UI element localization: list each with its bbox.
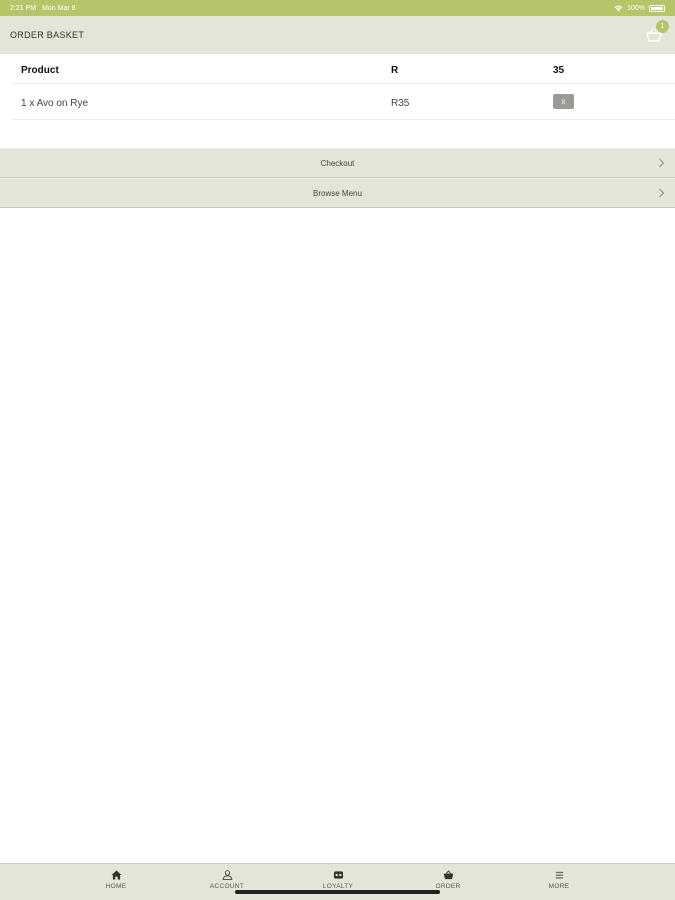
home-indicator[interactable] — [235, 890, 440, 894]
tab-loyalty[interactable]: LOYALTY — [308, 870, 368, 890]
tab-bar: HOME ACCOUNT LOYALTY ORDER MORE — [0, 863, 675, 900]
cart-count-badge: 1 — [656, 20, 669, 33]
tab-home-label: HOME — [105, 883, 127, 890]
loyalty-icon — [333, 871, 343, 879]
person-icon — [222, 870, 232, 880]
status-left: 2:21 PM Mon Mar 8 — [10, 5, 76, 12]
tab-account[interactable]: ACCOUNT — [197, 870, 257, 890]
battery-percent: 100% — [627, 4, 645, 12]
table-header-row: Product R 35 — [12, 54, 675, 84]
home-icon — [111, 870, 121, 880]
tab-account-label: ACCOUNT — [209, 883, 245, 890]
status-time: 2:21 PM — [10, 4, 37, 12]
column-header-product: Product — [21, 64, 59, 76]
cart-button[interactable]: 1 — [643, 20, 669, 46]
tab-more-label: MORE — [548, 883, 570, 890]
page-title: ORDER BASKET — [10, 30, 85, 40]
wifi-icon — [614, 5, 623, 11]
basket-table: Product R 35 1 x Avo on Rye R35 x — [12, 54, 675, 120]
tab-more[interactable]: MORE — [529, 870, 589, 890]
chevron-right-icon — [659, 188, 665, 198]
browse-menu-button[interactable]: Browse Menu — [0, 178, 675, 208]
product-price: R35 — [391, 97, 410, 109]
tab-order-label: ORDER — [435, 883, 461, 890]
menu-icon — [555, 871, 563, 879]
status-bar: 2:21 PM Mon Mar 8 100% — [0, 0, 675, 16]
basket-icon — [443, 870, 453, 880]
header-bar: ORDER BASKET 1 — [0, 16, 675, 54]
checkout-button[interactable]: Checkout — [0, 148, 675, 178]
tab-order[interactable]: ORDER — [418, 870, 478, 890]
remove-item-button[interactable]: x — [553, 94, 574, 109]
column-header-price: R — [391, 64, 399, 76]
table-row: 1 x Avo on Rye R35 x — [12, 84, 675, 120]
checkout-label: Checkout — [320, 158, 355, 168]
browse-menu-label: Browse Menu — [313, 188, 362, 198]
status-date: Mon Mar 8 — [42, 4, 76, 12]
battery-icon — [649, 4, 665, 12]
status-right: 100% — [614, 4, 665, 12]
action-list: Checkout Browse Menu — [0, 148, 675, 208]
column-header-total: 35 — [553, 64, 565, 76]
tab-loyalty-label: LOYALTY — [322, 883, 354, 890]
chevron-right-icon — [659, 158, 665, 168]
product-name: 1 x Avo on Rye — [21, 97, 89, 109]
tab-home[interactable]: HOME — [86, 870, 146, 890]
